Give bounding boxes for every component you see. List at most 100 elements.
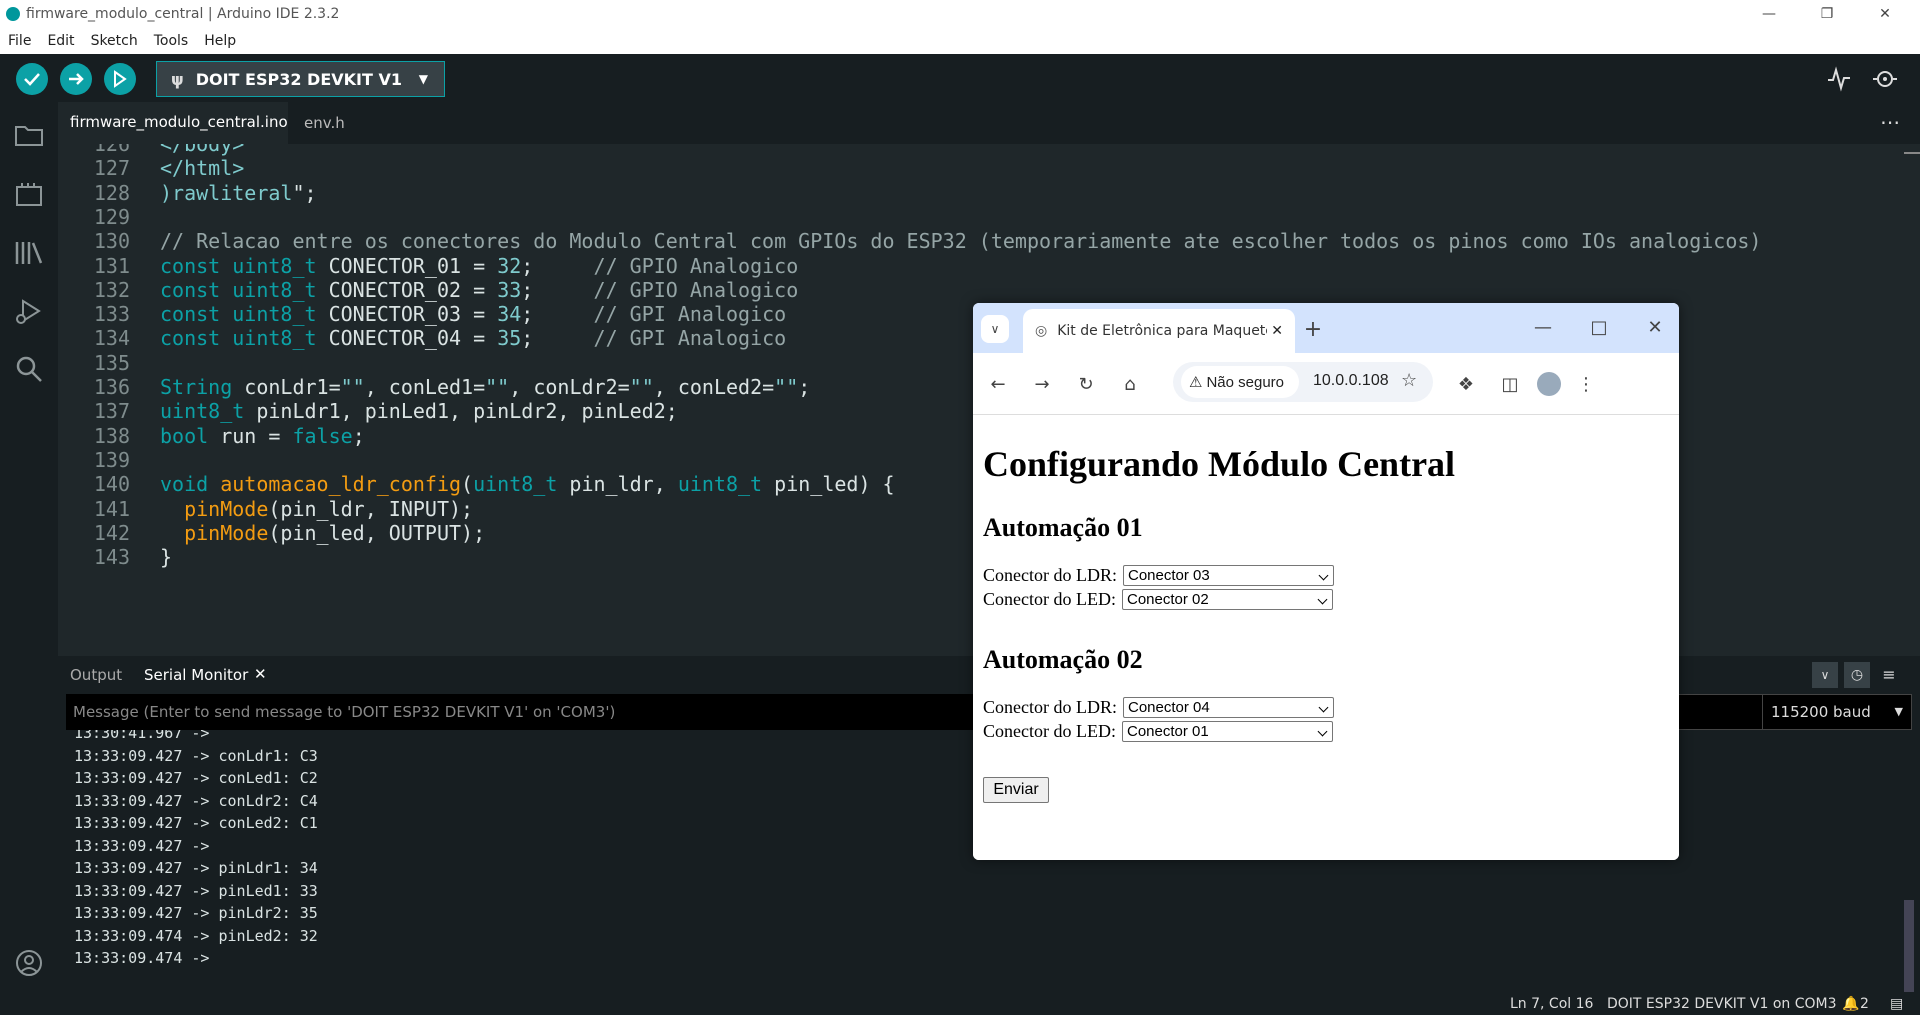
verify-button[interactable] <box>16 63 48 95</box>
tab-output[interactable]: Output <box>70 666 122 684</box>
close-tab-icon[interactable]: ✕ <box>254 665 267 683</box>
a2-ldr-row: Conector do LDR: Conector 04 <box>983 697 1334 718</box>
menu-kebab-icon[interactable]: ⋮ <box>1571 369 1601 399</box>
code-line: const uint8_t CONECTOR_02 = 33; // GPIO … <box>160 277 799 302</box>
close-tab-icon[interactable]: ✕ <box>1271 323 1283 339</box>
a2-led-select[interactable]: Conector 01 <box>1121 721 1333 742</box>
omnibox[interactable]: ⚠ Não seguro 10.0.0.108 ☆ <box>1173 362 1433 402</box>
board-selector[interactable]: ψ DOIT ESP32 DEVKIT V1 ▼ <box>156 61 445 97</box>
menu-help[interactable]: Help <box>196 33 244 49</box>
window-titlebar: firmware_modulo_central | Arduino IDE 2.… <box>0 0 1920 28</box>
side-panel-icon[interactable]: ◫ <box>1495 369 1525 399</box>
close-window-button[interactable]: ✕ <box>1856 0 1914 28</box>
upload-button[interactable] <box>60 63 92 95</box>
browser-tab-bar: ∨ ◎ Kit de Eletrônica para Maquetes ✕ + … <box>973 303 1679 353</box>
more-options-icon[interactable]: ⋯ <box>1880 110 1900 134</box>
tab-env-h[interactable]: env.h <box>292 102 357 144</box>
baud-select[interactable]: 115200 baud ▼ <box>1762 694 1912 730</box>
tab-serial-monitor[interactable]: Serial Monitor <box>144 666 248 684</box>
menu-sketch[interactable]: Sketch <box>83 33 146 49</box>
minimize-button[interactable]: — <box>1740 0 1798 28</box>
warning-icon: ⚠ <box>1189 374 1203 391</box>
a1-led-row: Conector do LED: Conector 02 <box>983 589 1333 610</box>
serial-plotter-icon[interactable] <box>1826 66 1854 94</box>
security-chip[interactable]: ⚠ Não seguro <box>1181 366 1299 398</box>
code-line: void automacao_ldr_config(uint8_t pin_ld… <box>160 472 895 497</box>
code-line: const uint8_t CONECTOR_01 = 32; // GPIO … <box>160 253 799 278</box>
menu-tools[interactable]: Tools <box>146 33 197 49</box>
a1-led-select[interactable]: Conector 02 <box>1121 589 1333 610</box>
arduino-logo-icon <box>6 7 20 21</box>
boards-manager-icon[interactable] <box>12 178 46 212</box>
profile-avatar[interactable] <box>1537 372 1561 396</box>
board-name: DOIT ESP32 DEVKIT V1 <box>195 69 402 89</box>
menu-edit[interactable]: Edit <box>39 33 82 49</box>
home-icon[interactable]: ⌂ <box>1115 369 1145 399</box>
window-title: firmware_modulo_central | Arduino IDE 2.… <box>26 6 340 22</box>
notification-icon[interactable]: 🔔 <box>1842 996 1859 1012</box>
submit-button[interactable]: Enviar <box>983 777 1049 803</box>
close-icon[interactable]: ✕ <box>1641 313 1669 341</box>
search-icon[interactable] <box>12 352 46 386</box>
chevron-down-icon: ▼ <box>418 72 428 86</box>
code-line: String conLdr1="", conLed1="", conLdr2="… <box>160 375 811 399</box>
back-icon[interactable]: ← <box>983 369 1013 399</box>
line-number: 127 <box>93 156 130 181</box>
line-number: 128 <box>93 180 130 205</box>
notification-count: 2 <box>1860 996 1869 1012</box>
editor-tabs: firmware_modulo_central.ino env.h ⋯ <box>58 102 1920 144</box>
sketchbook-folder-icon[interactable] <box>12 118 46 152</box>
extensions-icon[interactable]: ❖ <box>1451 369 1481 399</box>
board-status[interactable]: DOIT ESP32 DEVKIT V1 on COM3 <box>1607 996 1837 1012</box>
autoscroll-icon[interactable]: ∨ <box>1812 662 1838 688</box>
status-bar: Ln 7, Col 16 DOIT ESP32 DEVKIT V1 on COM… <box>0 995 1920 1015</box>
line-number: 129 <box>93 204 130 229</box>
code-line: bool run = false; <box>160 423 365 448</box>
line-number: 143 <box>93 545 130 570</box>
debug-play-icon <box>114 70 127 88</box>
line-number: 138 <box>93 423 130 448</box>
line-number: 142 <box>93 520 130 545</box>
ldr-label: Conector do LDR: <box>983 565 1117 585</box>
minimize-icon[interactable]: — <box>1529 313 1557 341</box>
led-label: Conector do LED: <box>983 721 1116 741</box>
serial-scrollbar[interactable] <box>1904 900 1914 992</box>
a2-ldr-select[interactable]: Conector 04 <box>1122 697 1334 718</box>
reload-icon[interactable]: ↻ <box>1071 369 1101 399</box>
serial-line: 13:33:09.427 -> pinLdr1: 34 <box>74 859 318 877</box>
new-tab-icon[interactable]: + <box>1299 315 1327 343</box>
bookmark-star-icon[interactable]: ☆ <box>1401 370 1417 391</box>
serial-monitor-icon[interactable] <box>1872 66 1900 94</box>
debug-icon[interactable] <box>12 294 46 328</box>
tab-search-icon[interactable]: ∨ <box>981 315 1009 343</box>
line-number: 126 <box>93 144 130 156</box>
serial-line: 13:33:09.474 -> pinLed2: 32 <box>74 926 318 945</box>
code-line: </html> <box>160 156 245 181</box>
line-number: 131 <box>93 253 130 278</box>
browser-tab-title: Kit de Eletrônica para Maquetes <box>1057 323 1268 339</box>
tab-firmware-ino[interactable]: firmware_modulo_central.ino <box>58 102 288 144</box>
line-number: 141 <box>93 496 130 521</box>
debug-button[interactable] <box>104 63 136 95</box>
library-manager-icon[interactable] <box>12 236 46 270</box>
a1-ldr-row: Conector do LDR: Conector 03 <box>983 565 1334 586</box>
clear-output-icon[interactable]: ≡ <box>1876 662 1902 688</box>
baud-value: 115200 baud <box>1771 703 1871 721</box>
page-title: Configurando Módulo Central <box>983 444 1456 484</box>
browser-tab[interactable]: ◎ Kit de Eletrônica para Maquetes ✕ <box>1023 309 1295 353</box>
menu-file[interactable]: File <box>0 33 39 49</box>
line-number: 139 <box>93 447 130 472</box>
line-number: 133 <box>93 302 130 327</box>
panel-toggle-icon[interactable]: ▤ <box>1890 996 1903 1012</box>
a1-ldr-select[interactable]: Conector 03 <box>1122 565 1334 586</box>
cursor-position: Ln 7, Col 16 <box>1510 996 1594 1012</box>
restore-button[interactable]: ❐ <box>1798 0 1856 28</box>
forward-icon[interactable]: → <box>1027 369 1057 399</box>
browser-address-bar: ← → ↻ ⌂ ⚠ Não seguro 10.0.0.108 ☆ ❖ ◫ ⋮ <box>973 353 1679 415</box>
timestamp-icon[interactable]: ◷ <box>1844 662 1870 688</box>
account-icon[interactable] <box>12 946 46 980</box>
arrow-right-icon <box>69 73 84 85</box>
scroll-indicator <box>1904 152 1920 154</box>
line-number: 137 <box>93 399 130 424</box>
maximize-icon[interactable]: □ <box>1585 313 1613 341</box>
